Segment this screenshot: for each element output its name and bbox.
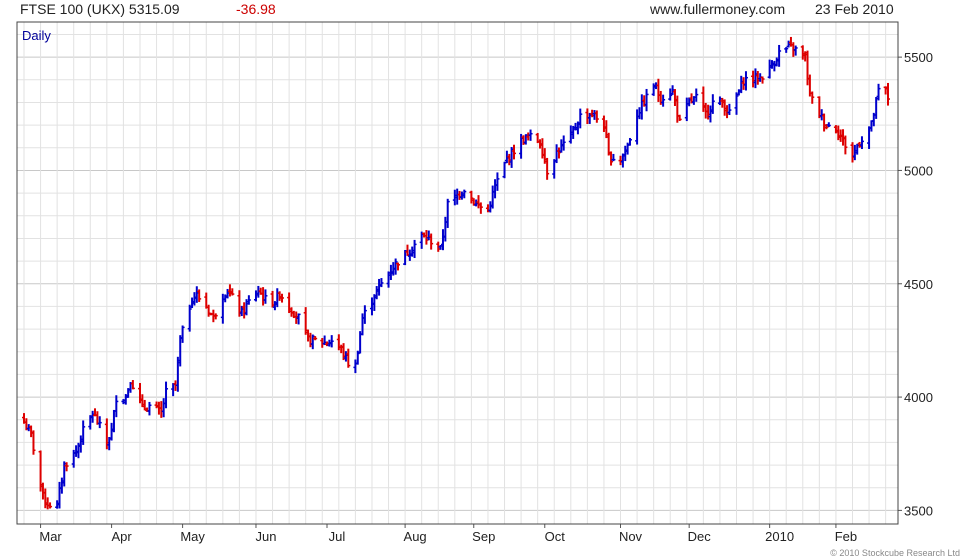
x-tick-label: Oct: [545, 529, 566, 544]
x-tick-label: 2010: [765, 529, 794, 544]
plot-area: [17, 22, 898, 524]
y-tick-label: 5500: [904, 50, 933, 65]
x-tick-label: Jul: [329, 529, 346, 544]
x-tick-label: Jun: [255, 529, 276, 544]
x-tick-label: Dec: [688, 529, 712, 544]
x-tick-label: Apr: [111, 529, 132, 544]
x-tick-label: Aug: [404, 529, 427, 544]
x-tick-label: Feb: [835, 529, 857, 544]
copyright-notice: © 2010 Stockcube Research Ltd: [830, 548, 960, 558]
y-tick-label: 5000: [904, 163, 933, 178]
y-tick-label: 4000: [904, 390, 933, 405]
period-label: Daily: [22, 28, 51, 43]
x-tick-label: Mar: [39, 529, 62, 544]
y-tick-label: 3500: [904, 503, 933, 518]
x-tick-label: May: [180, 529, 205, 544]
price-chart: 3500 4000 4500 5000 5500 Mar Apr May Jun Jul Aug Se…: [16, 21, 933, 544]
x-tick-label: Nov: [619, 529, 643, 544]
x-tick-label: Sep: [472, 529, 495, 544]
y-tick-label: 4500: [904, 277, 933, 292]
